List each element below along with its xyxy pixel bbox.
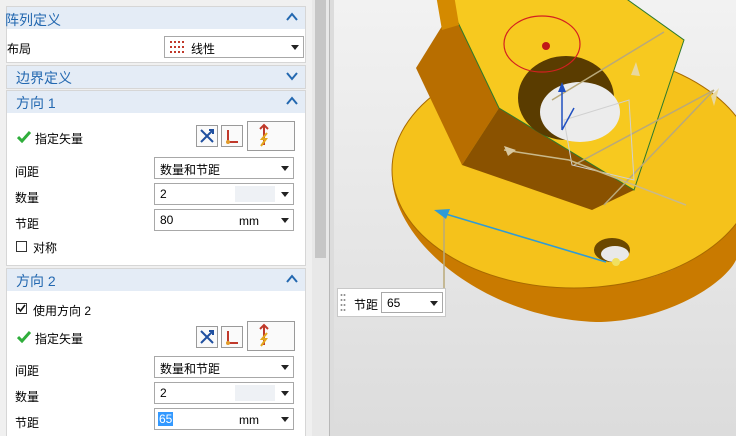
use-direction-2-checkbox[interactable] — [16, 303, 27, 314]
pitch-unit: mm — [239, 413, 259, 427]
pattern-dialog-panel: 阵列定义 布局 线性 边界定义 方向 1 指定矢量 间距 数量和节距 数量 2 … — [0, 0, 312, 436]
spacing-select[interactable]: 数量和节距 — [154, 157, 294, 179]
viewport-pitch-input: 节距 65 — [337, 288, 446, 317]
spacing-label: 间距 — [15, 165, 40, 179]
direction-1-title: 方向 1 — [16, 95, 56, 111]
boundary-definition-header[interactable]: 边界定义 — [7, 66, 305, 88]
count-label: 数量 — [15, 191, 40, 205]
pattern-definition-group: 阵列定义 布局 线性 — [5, 6, 306, 63]
part-model[interactable] — [334, 0, 736, 436]
pitch-label: 节距 — [15, 217, 40, 231]
count-expression-area — [235, 186, 275, 202]
panel-scrollbar[interactable] — [312, 0, 329, 436]
count-expression-area — [235, 385, 275, 401]
layout-label: 布局 — [7, 42, 32, 56]
grip-icon[interactable] — [340, 293, 346, 313]
boundary-definition-group[interactable]: 边界定义 — [6, 65, 306, 89]
reverse-direction-button[interactable] — [196, 326, 218, 348]
inferred-vector-dropdown[interactable] — [247, 121, 295, 151]
chevron-down-icon[interactable] — [285, 69, 299, 83]
chevron-up-icon[interactable] — [285, 94, 299, 108]
pattern-definition-title: 阵列定义 — [5, 12, 61, 28]
layout-select[interactable]: 线性 — [164, 36, 304, 58]
pitch-unit: mm — [239, 214, 259, 228]
swap-direction-icon — [200, 330, 214, 344]
specify-vector-label: 指定矢量 — [35, 332, 84, 346]
count-field[interactable]: 2 — [154, 382, 294, 404]
vector-dialog-button[interactable] — [221, 125, 243, 147]
inferred-vector-icon — [259, 123, 269, 147]
scrollbar-thumb[interactable] — [315, 0, 326, 258]
pitch-label: 节距 — [15, 416, 40, 430]
count-value: 2 — [160, 187, 167, 201]
vector-icon — [226, 331, 238, 345]
chevron-up-icon[interactable] — [285, 272, 299, 286]
pitch-value: 80 — [160, 213, 174, 227]
direction-2-group: 方向 2 使用方向 2 指定矢量 间距 数量和节距 数量 2 节距 65 mm — [6, 268, 306, 436]
specify-vector-label: 指定矢量 — [35, 132, 84, 146]
count-label: 数量 — [15, 390, 40, 404]
checkmark-icon — [17, 304, 26, 313]
viewport-pitch-field[interactable]: 65 — [381, 292, 443, 313]
spacing-select[interactable]: 数量和节距 — [154, 356, 294, 378]
pitch-value-selected: 65 — [158, 412, 174, 426]
chevron-down-icon — [291, 45, 299, 50]
count-value: 2 — [160, 386, 167, 400]
spacing-label: 间距 — [15, 364, 40, 378]
viewport-pitch-value: 65 — [387, 296, 401, 310]
spacing-value: 数量和节距 — [160, 362, 221, 376]
inferred-vector-icon — [259, 323, 269, 347]
chevron-down-icon — [281, 192, 289, 197]
chevron-down-icon — [281, 391, 289, 396]
symmetric-label: 对称 — [33, 241, 58, 255]
inferred-vector-dropdown[interactable] — [247, 321, 295, 351]
pattern-definition-header[interactable]: 阵列定义 — [5, 7, 305, 29]
checkmark-icon — [17, 331, 31, 343]
viewport-pitch-label: 节距 — [354, 298, 379, 312]
vector-icon — [226, 130, 238, 144]
direction-1-header[interactable]: 方向 1 — [7, 91, 305, 113]
chevron-down-icon — [430, 301, 438, 306]
direction-2-title: 方向 2 — [16, 273, 56, 289]
symmetric-checkbox[interactable] — [16, 241, 27, 252]
reverse-direction-button[interactable] — [196, 125, 218, 147]
checkmark-icon — [17, 131, 31, 143]
chevron-down-icon — [281, 166, 289, 171]
count-field[interactable]: 2 — [154, 183, 294, 205]
direction-2-header[interactable]: 方向 2 — [7, 269, 305, 291]
pitch-field[interactable]: 65 mm — [154, 408, 294, 430]
linear-layout-icon — [170, 41, 184, 53]
use-direction-2-label: 使用方向 2 — [33, 304, 92, 318]
chevron-down-icon — [281, 365, 289, 370]
chevron-down-icon — [281, 218, 289, 223]
pitch-field[interactable]: 80 mm — [154, 209, 294, 231]
spacing-value: 数量和节距 — [160, 163, 221, 177]
layout-value: 线性 — [191, 42, 216, 56]
chevron-up-icon[interactable] — [285, 10, 299, 24]
vector-dialog-button[interactable] — [221, 326, 243, 348]
swap-direction-icon — [200, 129, 214, 143]
direction-1-group: 方向 1 指定矢量 间距 数量和节距 数量 2 节距 80 mm 对称 — [6, 90, 306, 266]
boundary-definition-title: 边界定义 — [16, 70, 72, 86]
graphics-viewport[interactable] — [334, 0, 736, 436]
chevron-down-icon — [281, 417, 289, 422]
